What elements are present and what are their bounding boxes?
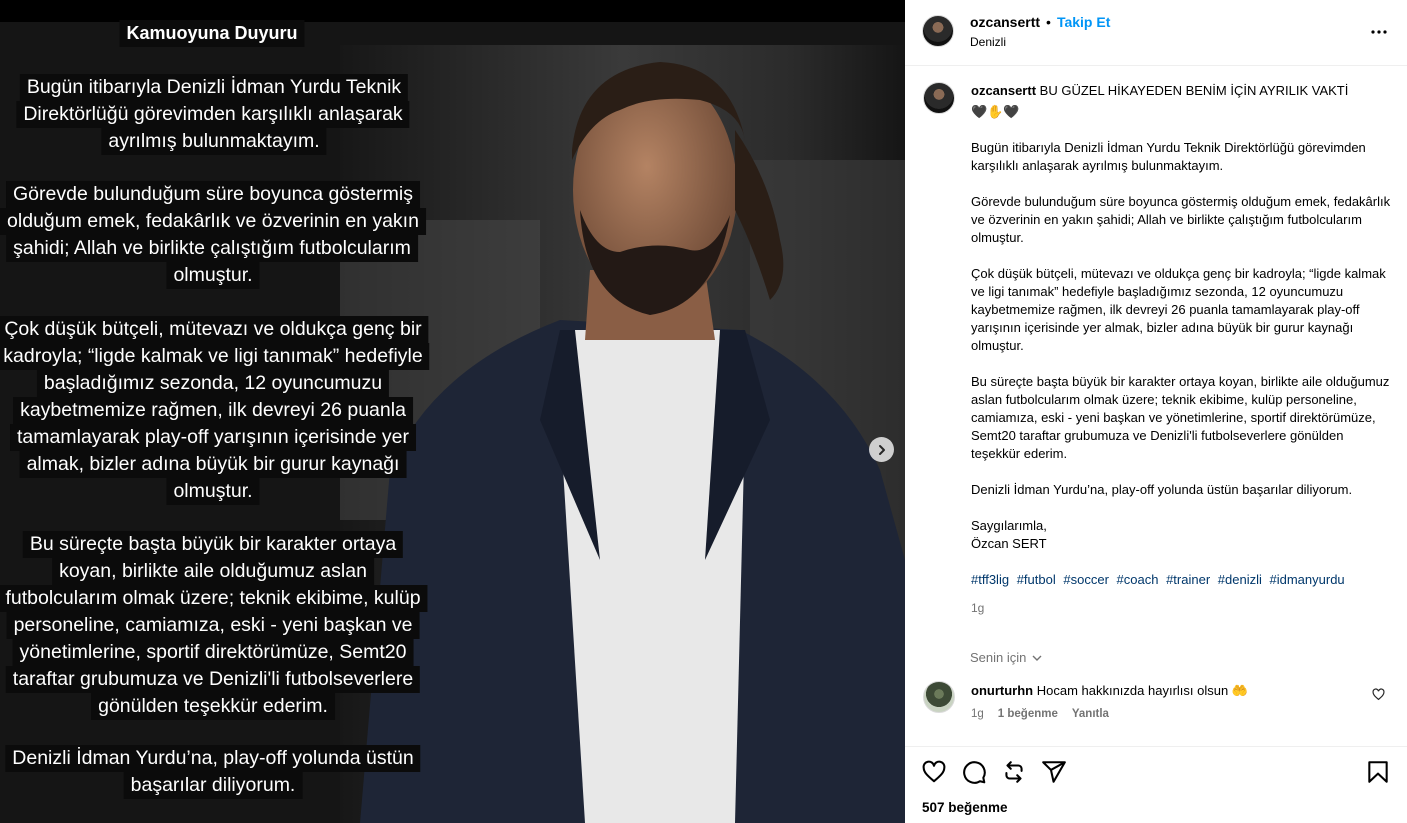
comment-item: onurturhn Hocam hakkınızda hayırlısı ols…	[923, 681, 1393, 731]
heart-icon[interactable]	[921, 759, 947, 785]
caption-author-avatar[interactable]	[923, 82, 955, 114]
announcement-line: almak, bizler adına büyük bir gurur kayn…	[19, 451, 407, 478]
caption-paragraph: Çok düşük bütçeli, mütevazı ve oldukça g…	[971, 266, 1386, 353]
send-icon[interactable]	[1041, 759, 1067, 785]
announcement-line: futbolcularım olmak üzere; teknik ekibim…	[0, 585, 428, 612]
header-separator: •	[1046, 14, 1051, 30]
commenter-username[interactable]: onurturhn	[971, 683, 1033, 698]
caption-paragraph: Görevde bulunduğum süre boyunca göstermi…	[971, 194, 1391, 245]
post-side-panel: ozcansertt • Takip Et Denizli ozcansertt…	[905, 0, 1407, 823]
comment-reply-button[interactable]: Yanıtla	[1072, 708, 1109, 720]
comment-emoji: 🤲	[1231, 683, 1249, 698]
announcement-line: Bugün itibarıyla Denizli İdman Yurdu Tek…	[19, 74, 409, 101]
repost-icon[interactable]	[1001, 759, 1027, 785]
announcement-heading: Kamuoyuna Duyuru	[119, 20, 305, 47]
post-actions	[905, 746, 1407, 796]
caption-paragraph: Bugün itibarıyla Denizli İdman Yurdu Tek…	[971, 140, 1366, 173]
caption-emoji: 🖤✋🖤	[971, 104, 1020, 119]
caption-hashtags: #tff3lig #futbol #soccer #coach #trainer…	[971, 571, 1391, 589]
announcement-line: personeline, camiamıza, eski - yeni başk…	[6, 612, 420, 639]
hashtag-link[interactable]: #coach	[1117, 572, 1159, 587]
hashtag-link[interactable]: #futbol	[1017, 572, 1056, 587]
commenter-avatar[interactable]	[923, 681, 955, 713]
announcement-line: koyan, birlikte aile olduğumuz aslan	[52, 558, 374, 585]
announcement-line: şahidi; Allah ve birlikte çalıştığım fut…	[6, 235, 418, 262]
likes-count[interactable]: 507 beğenme	[922, 800, 1008, 815]
caption-first-line: ozcansertt BU GÜZEL HİKAYEDEN BENİM İÇİN…	[971, 82, 1391, 100]
announcement-line: tamamlayarak play-off yarışının içerisin…	[10, 424, 416, 451]
chevron-down-icon	[1032, 655, 1042, 661]
announcement-overlay: Kamuoyuna Duyuru Bugün itibarıyla Denizl…	[0, 0, 905, 823]
announcement-line: olmuştur.	[166, 262, 260, 289]
more-horizontal-icon[interactable]	[1369, 22, 1389, 42]
hashtag-link[interactable]: #tff3lig	[971, 572, 1009, 587]
comment-text: Hocam hakkınızda hayırlısı olsun	[1036, 683, 1229, 698]
announcement-line: yönetimlerine, sportif direktörümüze, Se…	[12, 639, 414, 666]
bookmark-icon[interactable]	[1365, 759, 1391, 785]
author-avatar[interactable]	[922, 15, 954, 47]
announcement-line: gönülden teşekkür ederim.	[91, 693, 335, 720]
announcement-line: başladığımız sezonda, 12 oyuncumuzu	[36, 370, 390, 397]
announcement-line: kaybetmemize rağmen, ilk devreyi 26 puan…	[13, 397, 413, 424]
hashtag-link[interactable]: #soccer	[1063, 572, 1109, 587]
hashtag-link[interactable]: #trainer	[1166, 572, 1210, 587]
announcement-line: başarılar diliyorum.	[123, 772, 303, 799]
caption-username[interactable]: ozcansertt	[971, 83, 1036, 98]
announcement-line: Direktörlüğü görevimden karşılıklı anlaş…	[16, 101, 410, 128]
announcement-line: ayrılmış bulunmaktayım.	[101, 128, 327, 155]
caption-paragraph: Bu süreçte başta büyük bir karakter orta…	[971, 374, 1390, 461]
post-location[interactable]: Denizli	[970, 35, 1006, 49]
author-username[interactable]: ozcansertt	[970, 14, 1040, 30]
comment-meta: 1g 1 beğenme Yanıtla	[971, 708, 1109, 720]
next-slide-button[interactable]	[869, 437, 894, 462]
announcement-line: Görevde bulunduğum süre boyunca göstermi…	[6, 181, 420, 208]
announcement-line: Denizli İdman Yurdu’na, play-off yolunda…	[5, 745, 421, 772]
announcement-line: olmuştur.	[166, 478, 260, 505]
comment-likes[interactable]: 1 beğenme	[998, 708, 1058, 720]
announcement-line: Bu süreçte başta büyük bir karakter orta…	[22, 531, 404, 558]
post-header: ozcansertt • Takip Et Denizli	[905, 0, 1407, 66]
comment-filter-label: Senin için	[970, 650, 1027, 665]
hashtag-link[interactable]: #denizli	[1218, 572, 1262, 587]
announcement-line: Çok düşük bütçeli, mütevazı ve oldukça g…	[0, 316, 429, 343]
comment-time: 1g	[971, 708, 984, 720]
caption-title: BU GÜZEL HİKAYEDEN BENİM İÇİN AYRILIK VA…	[1039, 83, 1349, 98]
caption-paragraph: Denizli İdman Yurdu’na, play-off yolunda…	[971, 482, 1353, 497]
caption-time: 1g	[971, 601, 985, 615]
post-media[interactable]: Kamuoyuna Duyuru Bugün itibarıyla Denizl…	[0, 0, 905, 823]
comment-heart-icon[interactable]	[1372, 688, 1385, 701]
hashtag-link[interactable]: #idmanyurdu	[1270, 572, 1345, 587]
comment-filter-dropdown[interactable]: Senin için	[970, 650, 1043, 665]
announcement-line: kadroyla; “ligde kalmak ve ligi tanımak”…	[0, 343, 430, 370]
chevron-right-icon	[878, 444, 885, 455]
announcement-line: taraftar grubumuza ve Denizli'li futbols…	[5, 666, 421, 693]
comment-icon[interactable]	[961, 759, 987, 785]
caption-signature: Saygılarımla, Özcan SERT	[971, 518, 1047, 551]
comment-text-line: onurturhn Hocam hakkınızda hayırlısı ols…	[971, 683, 1248, 699]
follow-button[interactable]: Takip Et	[1057, 14, 1110, 30]
announcement-line: olduğum emek, fedakârlık ve özverinin en…	[0, 208, 426, 235]
